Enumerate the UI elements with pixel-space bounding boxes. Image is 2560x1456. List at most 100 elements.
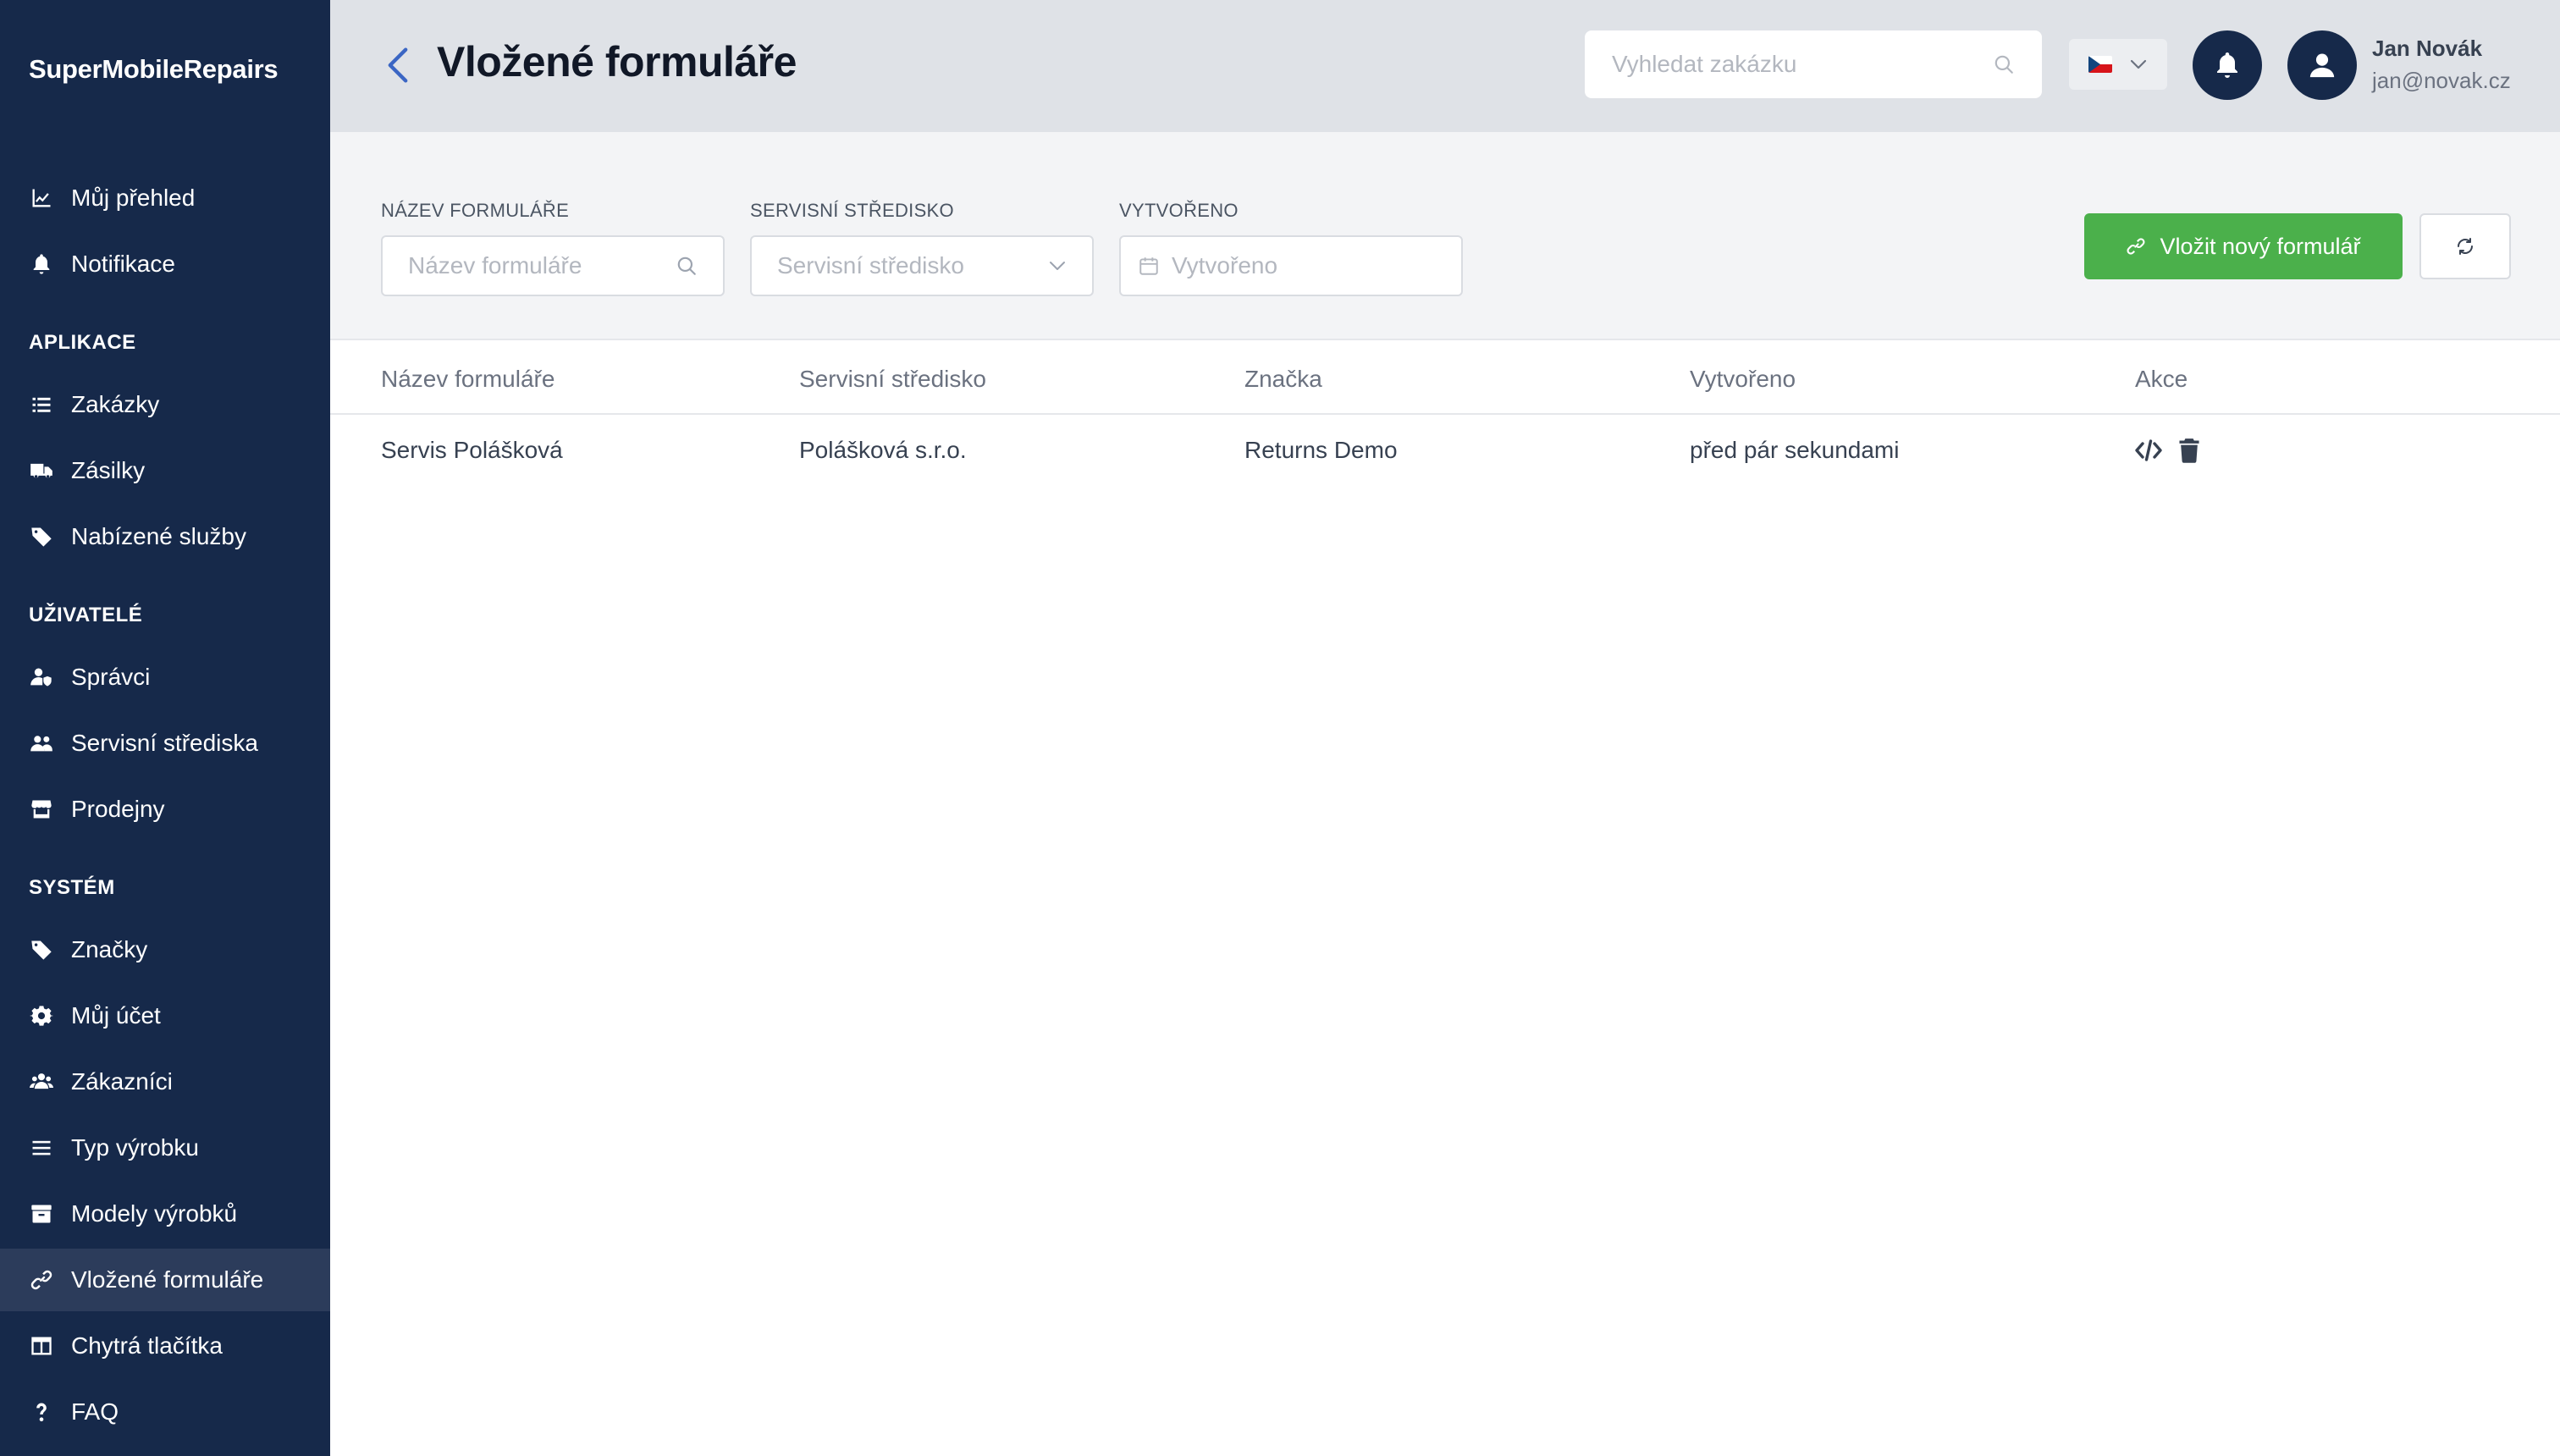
user-name: Jan Novák bbox=[2372, 36, 2483, 61]
sidebar-item-label: Správci bbox=[71, 664, 151, 690]
sidebar-item-faq[interactable]: FAQ bbox=[0, 1381, 330, 1443]
sidebar-item-label: Chytrá tlačítka bbox=[71, 1332, 223, 1359]
sidebar-item-product-models[interactable]: Modely výrobků bbox=[0, 1183, 330, 1245]
sidebar-item-label: Nabízené služby bbox=[71, 523, 247, 549]
table-header: Název formuláře Servisní středisko Značk… bbox=[330, 339, 2560, 415]
forms-table: Název formuláře Servisní středisko Značk… bbox=[330, 339, 2560, 1456]
filter-created-input[interactable] bbox=[1172, 252, 1436, 279]
sidebar-item-label: Značky bbox=[71, 936, 148, 962]
truck-icon bbox=[29, 458, 54, 483]
search-icon bbox=[677, 256, 696, 275]
table-row: Servis Polášková Polášková s.r.o. Return… bbox=[330, 415, 2560, 489]
filter-label-created: VYTVOŘENO bbox=[1119, 200, 1239, 221]
sidebar: SuperMobileRepairs Můj přehled Notifikac… bbox=[0, 0, 330, 1456]
delete-button[interactable] bbox=[2174, 435, 2204, 466]
avatar[interactable] bbox=[2287, 30, 2357, 100]
sidebar-item-services[interactable]: Nabízené služby bbox=[0, 505, 330, 568]
column-header-actions: Akce bbox=[2135, 366, 2188, 392]
filter-label-name: NÁZEV FORMULÁŘE bbox=[381, 200, 570, 221]
link-icon bbox=[2127, 238, 2145, 255]
chevron-down-icon bbox=[2130, 59, 2147, 69]
list-icon bbox=[29, 392, 54, 417]
sidebar-item-label: Zásilky bbox=[71, 457, 146, 483]
sidebar-item-brands[interactable]: Značky bbox=[0, 918, 330, 981]
sidebar-item-label: Modely výrobků bbox=[71, 1200, 238, 1227]
filter-center-select[interactable]: Servisní středisko bbox=[750, 235, 1094, 296]
sidebar-item-label: Zákazníci bbox=[71, 1068, 173, 1095]
page-title: Vložené formuláře bbox=[437, 38, 797, 85]
user-group-icon bbox=[29, 1069, 54, 1095]
sidebar-item-account[interactable]: Můj účet bbox=[0, 984, 330, 1047]
cell-created: před pár sekundami bbox=[1690, 437, 1900, 463]
sidebar-item-smart-buttons[interactable]: Chytrá tlačítka bbox=[0, 1315, 330, 1377]
question-icon bbox=[29, 1399, 54, 1425]
sidebar-item-dashboard[interactable]: Můj přehled bbox=[0, 167, 330, 229]
bell-icon bbox=[2217, 52, 2237, 78]
refresh-icon bbox=[2458, 238, 2473, 255]
sidebar-section-title: SYSTÉM bbox=[29, 876, 115, 899]
column-header-center[interactable]: Servisní středisko bbox=[799, 366, 986, 393]
sidebar-item-label: Můj účet bbox=[71, 1002, 161, 1029]
sidebar-item-label: Notifikace bbox=[71, 251, 175, 277]
sidebar-item-label: Zakázky bbox=[71, 391, 160, 417]
search-icon bbox=[1994, 55, 2013, 74]
sidebar-item-embedded-forms[interactable]: Vložené formuláře bbox=[0, 1249, 330, 1311]
chevron-left-icon bbox=[388, 47, 408, 83]
user-icon bbox=[2309, 53, 2335, 78]
store-icon bbox=[29, 797, 54, 822]
sidebar-item-orders[interactable]: Zakázky bbox=[0, 373, 330, 436]
czech-flag-icon bbox=[2088, 56, 2112, 73]
gear-icon bbox=[29, 1003, 54, 1029]
trash-icon bbox=[2179, 438, 2199, 463]
add-form-button[interactable]: Vložit nový formulář bbox=[2084, 213, 2403, 279]
sidebar-section-title: APLIKACE bbox=[29, 331, 136, 354]
column-header-created[interactable]: Vytvořeno bbox=[1690, 366, 1796, 393]
link-icon bbox=[29, 1267, 54, 1293]
sidebar-item-label: FAQ bbox=[71, 1398, 119, 1425]
brand-logo[interactable]: SuperMobileRepairs bbox=[29, 54, 279, 85]
order-search[interactable] bbox=[1585, 30, 2042, 98]
sidebar-item-admins[interactable]: Správci bbox=[0, 646, 330, 709]
code-icon bbox=[2135, 439, 2162, 461]
filter-created[interactable] bbox=[1119, 235, 1463, 296]
filter-center-placeholder: Servisní středisko bbox=[777, 252, 964, 279]
chart-line-icon bbox=[29, 185, 54, 211]
tag-icon bbox=[29, 524, 54, 549]
chevron-down-icon bbox=[1050, 262, 1065, 270]
sidebar-item-product-types[interactable]: Typ výrobku bbox=[0, 1117, 330, 1179]
sidebar-item-shipments[interactable]: Zásilky bbox=[0, 439, 330, 502]
users-icon bbox=[29, 731, 54, 756]
sidebar-item-stores[interactable]: Prodejny bbox=[0, 778, 330, 841]
sidebar-item-label: Servisní střediska bbox=[71, 730, 258, 756]
sidebar-item-label: Můj přehled bbox=[71, 185, 196, 211]
filter-name-input[interactable] bbox=[408, 252, 676, 279]
tag-icon bbox=[29, 937, 54, 962]
sidebar-item-label: Vložené formuláře bbox=[71, 1266, 264, 1293]
refresh-button[interactable] bbox=[2419, 213, 2511, 279]
column-header-brand[interactable]: Značka bbox=[1244, 366, 1322, 393]
cell-service-center: Polášková s.r.o. bbox=[799, 437, 967, 463]
sidebar-item-label: Typ výrobku bbox=[71, 1134, 199, 1161]
bell-icon bbox=[29, 251, 54, 277]
sidebar-item-notifications[interactable]: Notifikace bbox=[0, 233, 330, 295]
add-form-label: Vložit nový formulář bbox=[2160, 233, 2361, 259]
cell-form-name: Servis Polášková bbox=[381, 437, 563, 463]
sidebar-item-service-centers[interactable]: Servisní střediska bbox=[0, 712, 330, 775]
user-shield-icon bbox=[29, 665, 54, 690]
filter-name[interactable] bbox=[381, 235, 725, 296]
top-header: Vložené formuláře Jan Novák jan@novak.cz bbox=[330, 0, 2560, 132]
filter-label-center: SERVISNÍ STŘEDISKO bbox=[750, 200, 954, 221]
sidebar-item-label: Prodejny bbox=[71, 796, 165, 822]
back-button[interactable] bbox=[381, 44, 415, 86]
archive-icon bbox=[29, 1201, 54, 1227]
sidebar-section-title: UŽIVATELÉ bbox=[29, 604, 143, 626]
order-search-input[interactable] bbox=[1612, 51, 1993, 78]
sidebar-item-customers[interactable]: Zákazníci bbox=[0, 1051, 330, 1113]
notifications-button[interactable] bbox=[2193, 30, 2262, 100]
column-header-name[interactable]: Název formuláře bbox=[381, 366, 554, 393]
embed-code-button[interactable] bbox=[2133, 435, 2164, 466]
user-email: jan@novak.cz bbox=[2372, 68, 2511, 93]
table-columns-icon bbox=[29, 1333, 54, 1359]
language-select[interactable] bbox=[2069, 39, 2167, 90]
bars-icon bbox=[29, 1135, 54, 1161]
